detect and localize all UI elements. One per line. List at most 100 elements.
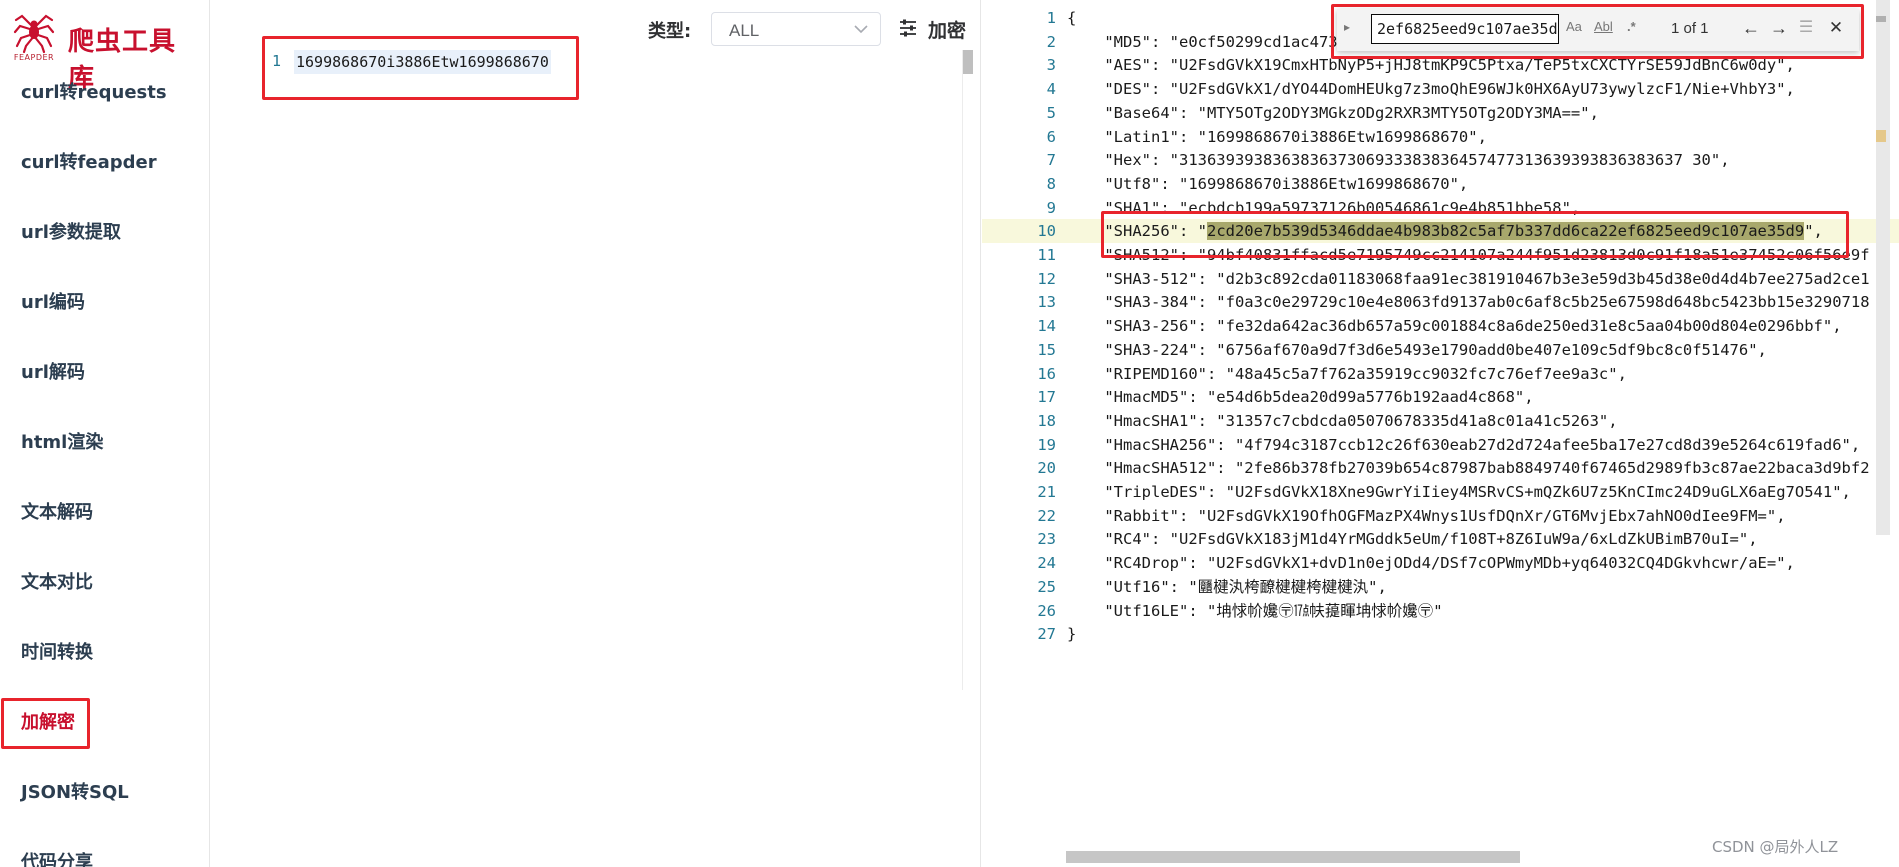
code-text: "SHA1": "ecbdcb199a59737126b00546861c9e4… [1067, 198, 1581, 217]
line-number: 27 [1037, 625, 1056, 644]
code-line: 26 "Utf16LE": "㘱㤹㠹㜶〶㍩㠸䔶睴㘱㤹㠹㜶〶" [982, 599, 1899, 623]
sidebar-item-url-encode[interactable]: url编码 [0, 274, 209, 344]
code-line: 3 "AES": "U2FsdGVkX19CmxHTbNyP5+jHJ8tmKP… [982, 53, 1899, 77]
line-number: 25 [1037, 577, 1056, 596]
whole-word-toggle[interactable]: Abl [1594, 19, 1613, 34]
code-line: 27} [982, 622, 1899, 646]
code-line: 23 "RC4": "U2FsdGVkX183jM1d4YrMGddk5eUm/… [982, 527, 1899, 551]
code-text: { [1067, 9, 1077, 27]
code-text: "Utf8": "1699868670i3886Etw1699868670", [1067, 174, 1469, 193]
code-text: "RC4Drop": "U2FsdGVkX1+dvD1n0ejODd4/DSf7… [1067, 554, 1795, 573]
output-horizontal-scrollbar[interactable] [1066, 851, 1520, 863]
line-number: 26 [1037, 601, 1056, 620]
app-logo[interactable]: FEAPDER 爬虫工具库 [12, 10, 202, 94]
close-icon[interactable]: ✕ [1825, 17, 1847, 39]
code-text: "RC4": "U2FsdGVkX183jM1d4YrMGddk5eUm/f10… [1067, 530, 1758, 549]
code-line: 22 "Rabbit": "U2FsdGVkX19OfhOGFMazPX4Wny… [982, 504, 1899, 528]
code-text: "HmacSHA512": "2fe86b378fb27039b654c8798… [1067, 459, 1870, 478]
code-line: 16 "RIPEMD160": "48a45c5a7f762a35919cc90… [982, 362, 1899, 386]
input-line-number: 1 [272, 52, 282, 70]
code-text: "HmacSHA256": "4f794c3187ccb12c26f630eab… [1067, 435, 1861, 454]
line-number: 4 [1046, 80, 1056, 99]
code-line: 5 "Base64": "MTY5OTg2ODY3MGkzODg2RXR3MTY… [982, 101, 1899, 125]
output-vertical-scrollbar[interactable] [1876, 0, 1890, 535]
arrow-up-icon[interactable]: ← [1740, 17, 1762, 39]
code-text: "DES": "U2FsdGVkX1/dYO44DomHEUkg7z3moQhE… [1067, 80, 1795, 99]
code-line: 21 "TripleDES": "U2FsdGVkX18Xne9GwrYiIie… [982, 480, 1899, 504]
match-case-toggle[interactable]: Aa [1566, 19, 1582, 34]
line-number: 8 [1046, 174, 1056, 193]
code-line: 12 "SHA3-512": "d2b3c892cda01183068faa91… [982, 267, 1899, 291]
find-in-selection-icon[interactable]: ☰ [1795, 17, 1817, 39]
watermark: CSDN @局外人LZ [1712, 838, 1839, 856]
line-number: 17 [1037, 388, 1056, 407]
code-line: 10 "SHA256": "2cd20e7b539d5346ddae4b983b… [982, 219, 1899, 244]
sidebar-item-code-share[interactable]: 代码分享 [0, 834, 209, 867]
line-number: 10 [1037, 222, 1056, 241]
line-number: 20 [1037, 459, 1056, 478]
input-editor-ruler [962, 50, 963, 690]
code-line: 15 "SHA3-224": "6756af670a9d7f3d6e5493e1… [982, 338, 1899, 362]
code-text: "Utf16": "㔶楗汍桍䩍楗楗桍楗楗汍", [1067, 577, 1387, 596]
sidebar-item-curl-to-feapder[interactable]: curl转feapder [0, 134, 209, 204]
encrypt-button[interactable]: 加密 [928, 16, 966, 43]
line-number: 18 [1037, 411, 1056, 430]
find-expand-toggle[interactable]: ▸ [1344, 20, 1358, 38]
code-text: "Utf16LE": "㘱㤹㠹㜶〶㍩㠸䔶睴㘱㤹㠹㜶〶" [1067, 601, 1443, 620]
code-line: 17 "HmacMD5": "e54d6b5dea20d99a5776b192a… [982, 385, 1899, 409]
sidebar-item-text-diff[interactable]: 文本对比 [0, 554, 209, 624]
output-scroll-thumb[interactable] [1876, 16, 1886, 22]
code-text: "TripleDES": "U2FsdGVkX18Xne9GwrYiIiey4M… [1067, 483, 1851, 501]
arrow-down-icon[interactable]: → [1768, 17, 1790, 39]
line-number: 24 [1037, 554, 1056, 573]
logo-subtitle: FEAPDER [13, 53, 55, 62]
type-select-value: ALL [729, 21, 760, 40]
output-editor[interactable]: 1 {2 "MD5": "e0cf50299cd1ac473 3 "AES": "U… [982, 0, 1899, 867]
code-text: "AES": "U2FsdGVkX19CmxHTbNyP5+jHJ8tmKP9C… [1067, 56, 1795, 75]
sidebar-item-url-decode[interactable]: url解码 [0, 344, 209, 414]
line-number: 19 [1037, 435, 1056, 454]
code-text: "SHA3-224": "6756af670a9d7f3d6e5493e1790… [1067, 340, 1767, 359]
sidebar-item-crypto[interactable]: 加解密 [0, 694, 209, 764]
line-number: 21 [1037, 483, 1056, 501]
sidebar-item-json-to-sql[interactable]: JSON转SQL [0, 764, 209, 834]
code-text: "SHA3-256": "fe32da642ac36db657a59c00188… [1067, 317, 1842, 336]
settings-sliders-icon[interactable] [898, 18, 918, 38]
code-line: 4 "DES": "U2FsdGVkX1/dYO44DomHEUkg7z3moQ… [982, 77, 1899, 101]
input-scrollbar[interactable] [963, 50, 973, 74]
regex-toggle[interactable]: .* [1627, 19, 1636, 34]
line-number: 3 [1046, 56, 1056, 75]
type-select[interactable]: ALL [711, 12, 881, 46]
code-line: 9 "SHA1": "ecbdcb199a59737126b00546861c9… [982, 196, 1899, 220]
type-label: 类型: [648, 21, 692, 42]
sidebar-item-time-convert[interactable]: 时间转换 [0, 624, 209, 694]
code-line: 25 "Utf16": "㔶楗汍桍䩍楗楗桍楗楗汍", [982, 575, 1899, 599]
search-match: 2cd20e7b539d5346ddae4b983b82c5af7b337dd6… [1206, 222, 1805, 241]
line-number: 15 [1037, 340, 1056, 359]
line-number: 11 [1037, 246, 1056, 264]
line-number: 23 [1037, 530, 1056, 549]
code-text: "SHA3-384": "f0a3c0e29729c10e4e8063fd913… [1067, 293, 1870, 312]
line-number: 2 [1046, 32, 1056, 51]
line-number: 12 [1037, 269, 1056, 288]
code-text: "RIPEMD160": "48a45c5a7f762a35919cc9032f… [1067, 364, 1627, 383]
input-editor[interactable] [262, 50, 972, 690]
sidebar-item-text-decode[interactable]: 文本解码 [0, 484, 209, 554]
code-text: "Hex": "31363939383638363730693338383645… [1067, 151, 1730, 170]
code-line: 7 "Hex": "313639393836383637306933383836… [982, 148, 1899, 172]
sidebar-item-html-render[interactable]: html渲染 [0, 414, 209, 484]
code-line: 8 "Utf8": "1699868670i3886Etw1699868670"… [982, 172, 1899, 196]
line-number: 22 [1037, 506, 1056, 525]
line-number: 16 [1037, 364, 1056, 383]
line-number: 6 [1046, 127, 1056, 146]
code-text: "SHA512": "94bf40831ffacd5e7195749cc2141… [1067, 246, 1870, 264]
find-input[interactable]: 2ef6825eed9c107ae35d9 [1371, 14, 1559, 44]
code-text: "Rabbit": "U2FsdGVkX19OfhOGFMazPX4Wnys1U… [1067, 506, 1786, 525]
line-number: 7 [1046, 151, 1056, 170]
input-text[interactable]: 1699868670i3886Etw1699868670 [294, 50, 551, 74]
sidebar-item-curl-to-requests[interactable]: curl转requests [0, 64, 209, 134]
code-text: } [1067, 625, 1077, 644]
sidebar-item-url-params[interactable]: url参数提取 [0, 204, 209, 274]
pane-divider[interactable] [980, 0, 981, 867]
code-text: "HmacMD5": "e54d6b5dea20d99a5776b192aad4… [1067, 388, 1534, 407]
